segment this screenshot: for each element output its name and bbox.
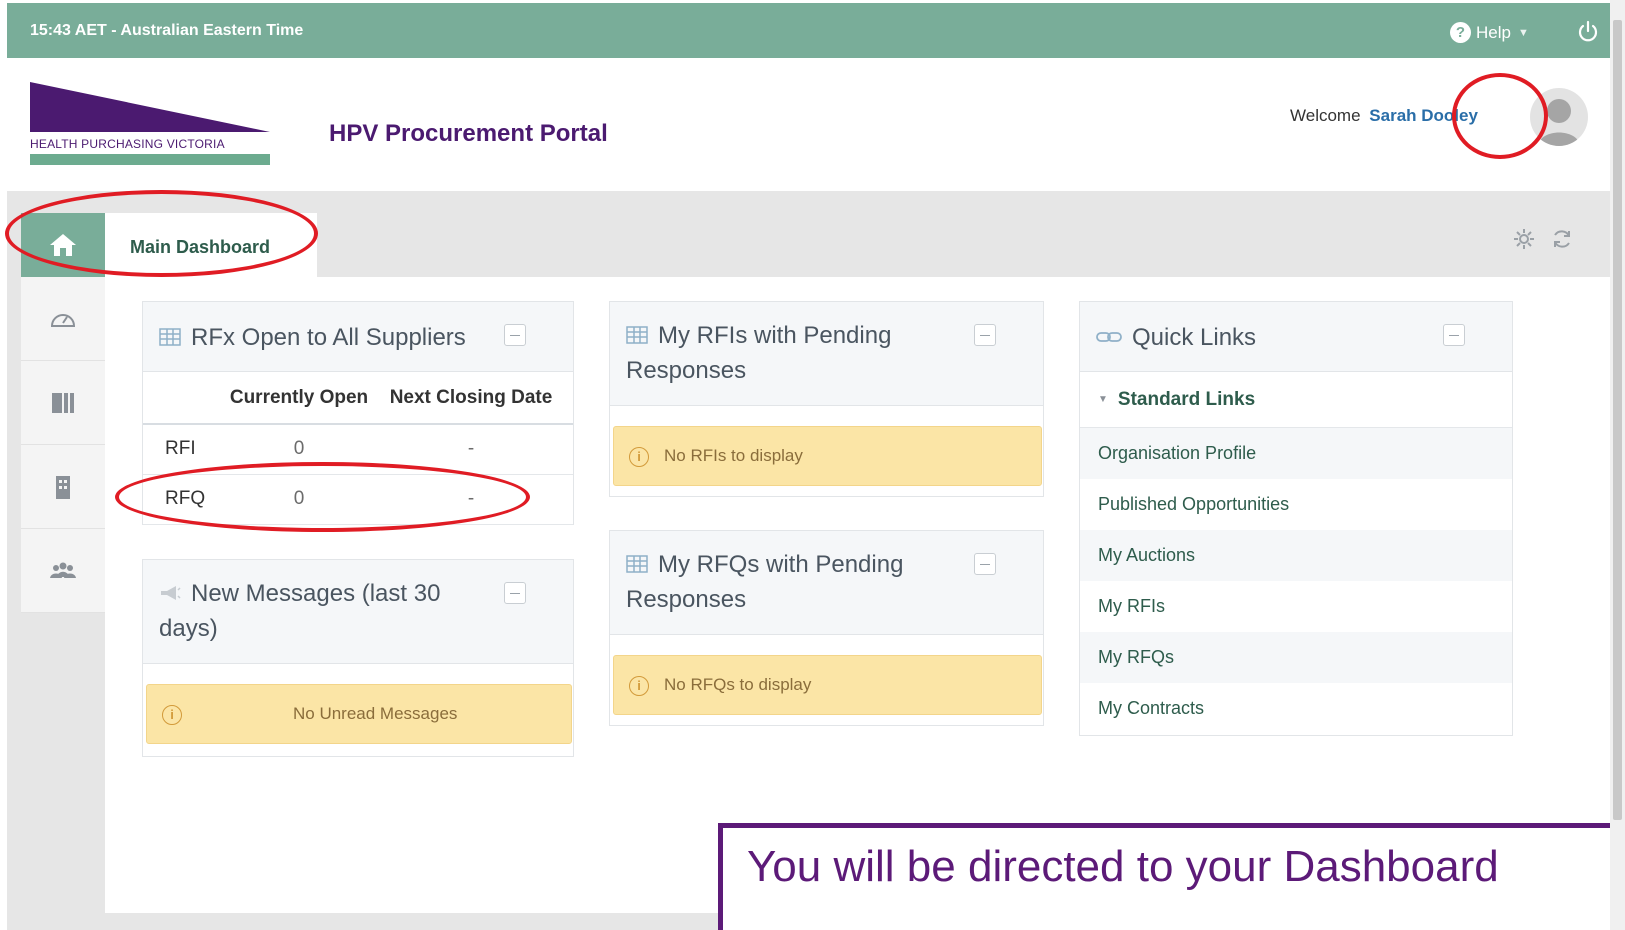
user-name-link[interactable]: Sarah Dooley — [1369, 106, 1478, 125]
panel-title-line1: My RFIs with Pending — [658, 322, 892, 349]
table-icon — [626, 325, 648, 344]
column-header-open: Currently Open — [229, 372, 369, 425]
group-label: Standard Links — [1117, 388, 1256, 410]
table-icon — [626, 554, 648, 573]
help-icon: ? — [1450, 22, 1471, 43]
caret-down-icon: ▼ — [1098, 394, 1108, 405]
panel-header: My RFIs with Pending Responses — [610, 302, 1043, 406]
panel-header: RFx Open to All Suppliers — [143, 302, 573, 372]
alert-text: No RFQs to display — [664, 675, 812, 694]
header: HEALTH PURCHASING VICTORIA HPV Procureme… — [7, 58, 1610, 191]
info-icon: i — [629, 447, 649, 467]
table-header-row: Currently Open Next Closing Date — [143, 372, 573, 425]
refresh-icon[interactable] — [1550, 227, 1574, 251]
tab-main-dashboard[interactable]: Main Dashboard — [105, 213, 317, 277]
rfx-open-panel: RFx Open to All Suppliers Currently Open… — [142, 301, 574, 525]
portal-title: HPV Procurement Portal — [329, 120, 608, 147]
logo-text: HEALTH PURCHASING VICTORIA — [30, 137, 225, 151]
tab-bar: Main Dashboard — [7, 191, 1610, 277]
panel-header: New Messages (last 30 days) — [143, 560, 573, 664]
chevron-down-icon: ▼ — [1517, 26, 1529, 39]
standard-links-toggle[interactable]: ▼ Standard Links — [1080, 372, 1512, 428]
info-icon: i — [629, 676, 649, 696]
collapse-button[interactable] — [1443, 324, 1465, 346]
scrollbar-thumb[interactable] — [1613, 20, 1622, 820]
caption-callout: You will be directed to your Dashboard — [718, 823, 1625, 930]
panel-title-line1: My RFQs with Pending — [658, 551, 904, 578]
rfx-table: Currently Open Next Closing Date RFI 0 -… — [143, 372, 573, 525]
panel-title-text: RFx Open to All Suppliers — [191, 324, 466, 351]
current-time: 15:43 AET - Australian Eastern Time — [30, 22, 304, 39]
top-bar: 15:43 AET - Australian Eastern Time ? He… — [7, 3, 1610, 58]
sidebar-item-dashboard[interactable] — [21, 277, 105, 361]
sidebar-item-users[interactable] — [21, 529, 105, 613]
welcome-message: Welcome Sarah Dooley — [1290, 106, 1478, 126]
panel-title-line2: Responses — [626, 586, 747, 613]
scrollbar[interactable] — [1610, 0, 1625, 930]
table-row[interactable]: RFI 0 - — [143, 424, 573, 475]
rfx-closing-date: - — [369, 474, 573, 525]
documents-icon — [52, 392, 74, 413]
collapse-button[interactable] — [504, 324, 526, 346]
user-icon — [1538, 99, 1580, 146]
dashboard-content: RFx Open to All Suppliers Currently Open… — [105, 277, 1610, 913]
my-rfqs-panel: My RFQs with Pending Responses i No RFQs… — [609, 530, 1044, 726]
collapse-button[interactable] — [974, 324, 996, 346]
quick-link-published-opportunities[interactable]: Published Opportunities — [1080, 479, 1512, 530]
collapse-button[interactable] — [974, 553, 996, 575]
avatar[interactable] — [1530, 88, 1588, 146]
panel-title-line1: New Messages (last 30 — [191, 580, 441, 607]
panel-header: My RFQs with Pending Responses — [610, 531, 1043, 635]
panel-title-text: Quick Links — [1132, 324, 1257, 351]
column-header-type — [143, 372, 229, 425]
no-messages-alert: i No Unread Messages — [146, 684, 572, 744]
column-header-date: Next Closing Date — [369, 372, 573, 425]
alert-text: No RFIs to display — [664, 446, 803, 465]
table-icon — [159, 327, 181, 346]
rfx-open-count: 0 — [229, 424, 369, 475]
speedometer-icon — [50, 313, 76, 327]
link-icon — [1096, 331, 1122, 342]
rfx-open-count: 0 — [229, 474, 369, 525]
panel-title-line2: Responses — [626, 357, 747, 384]
new-messages-panel: New Messages (last 30 days) i No Unread … — [142, 559, 574, 757]
alert-text: No Unread Messages — [293, 704, 458, 723]
workspace: Main Dashboard RFx Open to All Suppliers… — [7, 191, 1610, 930]
help-label: Help — [1476, 22, 1511, 42]
quick-link-my-rfis[interactable]: My RFIs — [1080, 581, 1512, 632]
help-menu[interactable]: ? Help ▼ — [1450, 22, 1529, 43]
my-rfis-panel: My RFIs with Pending Responses i No RFIs… — [609, 301, 1044, 497]
collapse-button[interactable] — [504, 582, 526, 604]
sidebar-item-documents[interactable] — [21, 361, 105, 445]
welcome-prefix: Welcome — [1290, 106, 1361, 125]
sidebar — [21, 277, 105, 613]
building-icon — [56, 475, 70, 499]
home-tab[interactable] — [21, 213, 105, 277]
quick-link-my-rfqs[interactable]: My RFQs — [1080, 632, 1512, 683]
sidebar-item-organisation[interactable] — [21, 445, 105, 529]
logo-bar — [30, 154, 270, 165]
no-rfqs-alert: i No RFQs to display — [613, 655, 1042, 715]
power-icon[interactable] — [1575, 19, 1601, 45]
panel-header: Quick Links — [1080, 302, 1512, 372]
dashboard-tools — [1512, 227, 1574, 251]
rfx-type: RFQ — [143, 474, 229, 525]
megaphone-icon — [161, 585, 181, 600]
quick-links-panel: Quick Links ▼ Standard Links Organisatio… — [1079, 301, 1513, 736]
tab-label: Main Dashboard — [130, 237, 271, 257]
gear-icon[interactable] — [1512, 227, 1536, 251]
quick-link-organisation-profile[interactable]: Organisation Profile — [1080, 428, 1512, 479]
no-rfis-alert: i No RFIs to display — [613, 426, 1042, 486]
home-icon — [50, 234, 76, 256]
users-icon — [50, 562, 76, 578]
quick-links-list: Organisation Profile Published Opportuni… — [1080, 428, 1512, 734]
rfx-type: RFI — [143, 424, 229, 475]
quick-link-my-auctions[interactable]: My Auctions — [1080, 530, 1512, 581]
table-row[interactable]: RFQ 0 - — [143, 474, 573, 525]
rfx-closing-date: - — [369, 424, 573, 475]
quick-link-my-contracts[interactable]: My Contracts — [1080, 683, 1512, 734]
info-icon: i — [162, 705, 182, 725]
panel-title-line2: days) — [159, 615, 218, 642]
